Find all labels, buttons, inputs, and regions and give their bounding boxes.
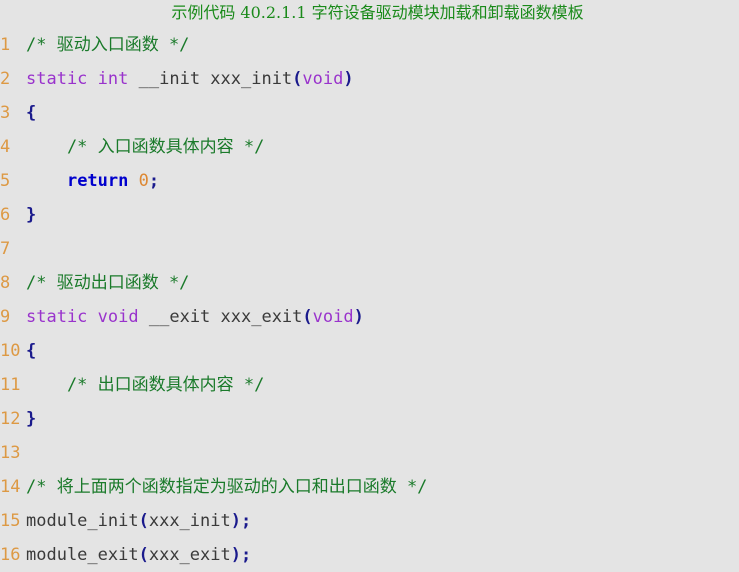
code-token: static <box>26 307 88 327</box>
line-number: 4 <box>0 137 11 157</box>
code-line-content: /* 驱动出口函数 */ <box>26 273 189 293</box>
line-number: 10 <box>0 341 21 361</box>
code-token: { <box>26 103 37 123</box>
code-token: xxx_exit <box>148 545 231 565</box>
code-line-content: } <box>26 409 36 429</box>
code-line: 11 /* 出口函数具体内容 */ <box>0 368 739 402</box>
code-line: 14/* 将上面两个函数指定为驱动的入口和出口函数 */ <box>0 470 739 504</box>
code-token: __init xxx_init <box>138 69 293 89</box>
line-number: 3 <box>0 103 11 123</box>
code-line: 16 module_exit(xxx_exit); <box>0 538 739 572</box>
code-line-content: /* 驱动入口函数 */ <box>26 35 189 55</box>
line-number: 12 <box>0 409 21 429</box>
line-number: 9 <box>0 307 11 327</box>
code-token: ) <box>230 511 241 531</box>
line-number: 6 <box>0 205 11 225</box>
code-line-content: module_exit(xxx_exit); <box>26 545 251 565</box>
line-number: 7 <box>0 239 11 259</box>
code-token: ) <box>343 69 354 89</box>
code-line-content: module_init(xxx_init); <box>26 511 251 531</box>
code-line-content: static void __exit xxx_exit(void) <box>26 307 364 327</box>
code-line: 6} <box>0 198 739 232</box>
code-token: /* 驱动出口函数 */ <box>26 273 190 293</box>
code-token: int <box>97 69 129 89</box>
code-line-content: return 0; <box>26 171 159 191</box>
code-token: return <box>66 171 129 191</box>
code-token: { <box>26 341 37 361</box>
line-number: 13 <box>0 443 21 463</box>
code-line-content: } <box>26 205 36 225</box>
code-token: ( <box>138 511 149 531</box>
code-line: 5 return 0; <box>0 164 739 198</box>
code-line: 9 static void __exit xxx_exit(void) <box>0 300 739 334</box>
code-token: xxx_init <box>148 511 231 531</box>
code-token: ( <box>302 307 313 327</box>
line-number: 5 <box>0 171 11 191</box>
code-line: 13 <box>0 436 739 470</box>
code-line: 7 <box>0 232 739 266</box>
line-number: 11 <box>0 375 21 395</box>
code-token: module_exit <box>26 545 139 565</box>
code-token: /* 出口函数具体内容 */ <box>26 375 265 395</box>
code-line: 3{ <box>0 96 739 130</box>
code-line: 2 static int __init xxx_init(void) <box>0 62 739 96</box>
code-token: __exit xxx_exit <box>148 307 303 327</box>
code-token: ( <box>138 545 149 565</box>
code-token: void <box>302 69 344 89</box>
code-line-content: /* 出口函数具体内容 */ <box>26 375 264 395</box>
code-line-content: /* 入口函数具体内容 */ <box>26 137 264 157</box>
code-token: /* 入口函数具体内容 */ <box>26 137 265 157</box>
code-line: 12} <box>0 402 739 436</box>
code-line: 4 /* 入口函数具体内容 */ <box>0 130 739 164</box>
code-token: void <box>312 307 354 327</box>
line-number: 1 <box>0 35 11 55</box>
code-token: ; <box>240 545 252 565</box>
code-line: 10{ <box>0 334 739 368</box>
code-token: 0 <box>138 171 149 191</box>
code-token: module_init <box>26 511 139 531</box>
code-token: ( <box>292 69 303 89</box>
code-listing-caption: 示例代码 40.2.1.1 字符设备驱动模块加载和卸载函数模板 <box>171 3 584 22</box>
code-line-content: { <box>26 103 36 123</box>
code-line: 8 /* 驱动出口函数 */ <box>0 266 739 300</box>
line-number: 14 <box>0 477 21 497</box>
code-token: /* 将上面两个函数指定为驱动的入口和出口函数 */ <box>26 477 428 497</box>
code-token: ) <box>230 545 241 565</box>
line-number: 8 <box>0 273 11 293</box>
code-token: static <box>26 69 88 89</box>
code-line: 15 module_init(xxx_init); <box>0 504 739 538</box>
line-number: 2 <box>0 69 11 89</box>
code-token: } <box>26 205 37 225</box>
code-line: 1 /* 驱动入口函数 */ <box>0 28 739 62</box>
code-listing: 1 /* 驱动入口函数 */ 2 static int __init xxx_init… <box>0 26 739 572</box>
code-line-content: static int __init xxx_init(void) <box>26 69 354 89</box>
code-token: ; <box>240 511 252 531</box>
code-token: } <box>26 409 37 429</box>
code-token: ) <box>353 307 364 327</box>
line-number: 15 <box>0 511 21 531</box>
code-token: void <box>97 307 139 327</box>
line-number: 16 <box>0 545 21 565</box>
code-token: /* 驱动入口函数 */ <box>26 35 190 55</box>
code-line-content: { <box>26 341 36 361</box>
code-token: ; <box>148 171 160 191</box>
code-line-content: /* 将上面两个函数指定为驱动的入口和出口函数 */ <box>26 477 427 497</box>
